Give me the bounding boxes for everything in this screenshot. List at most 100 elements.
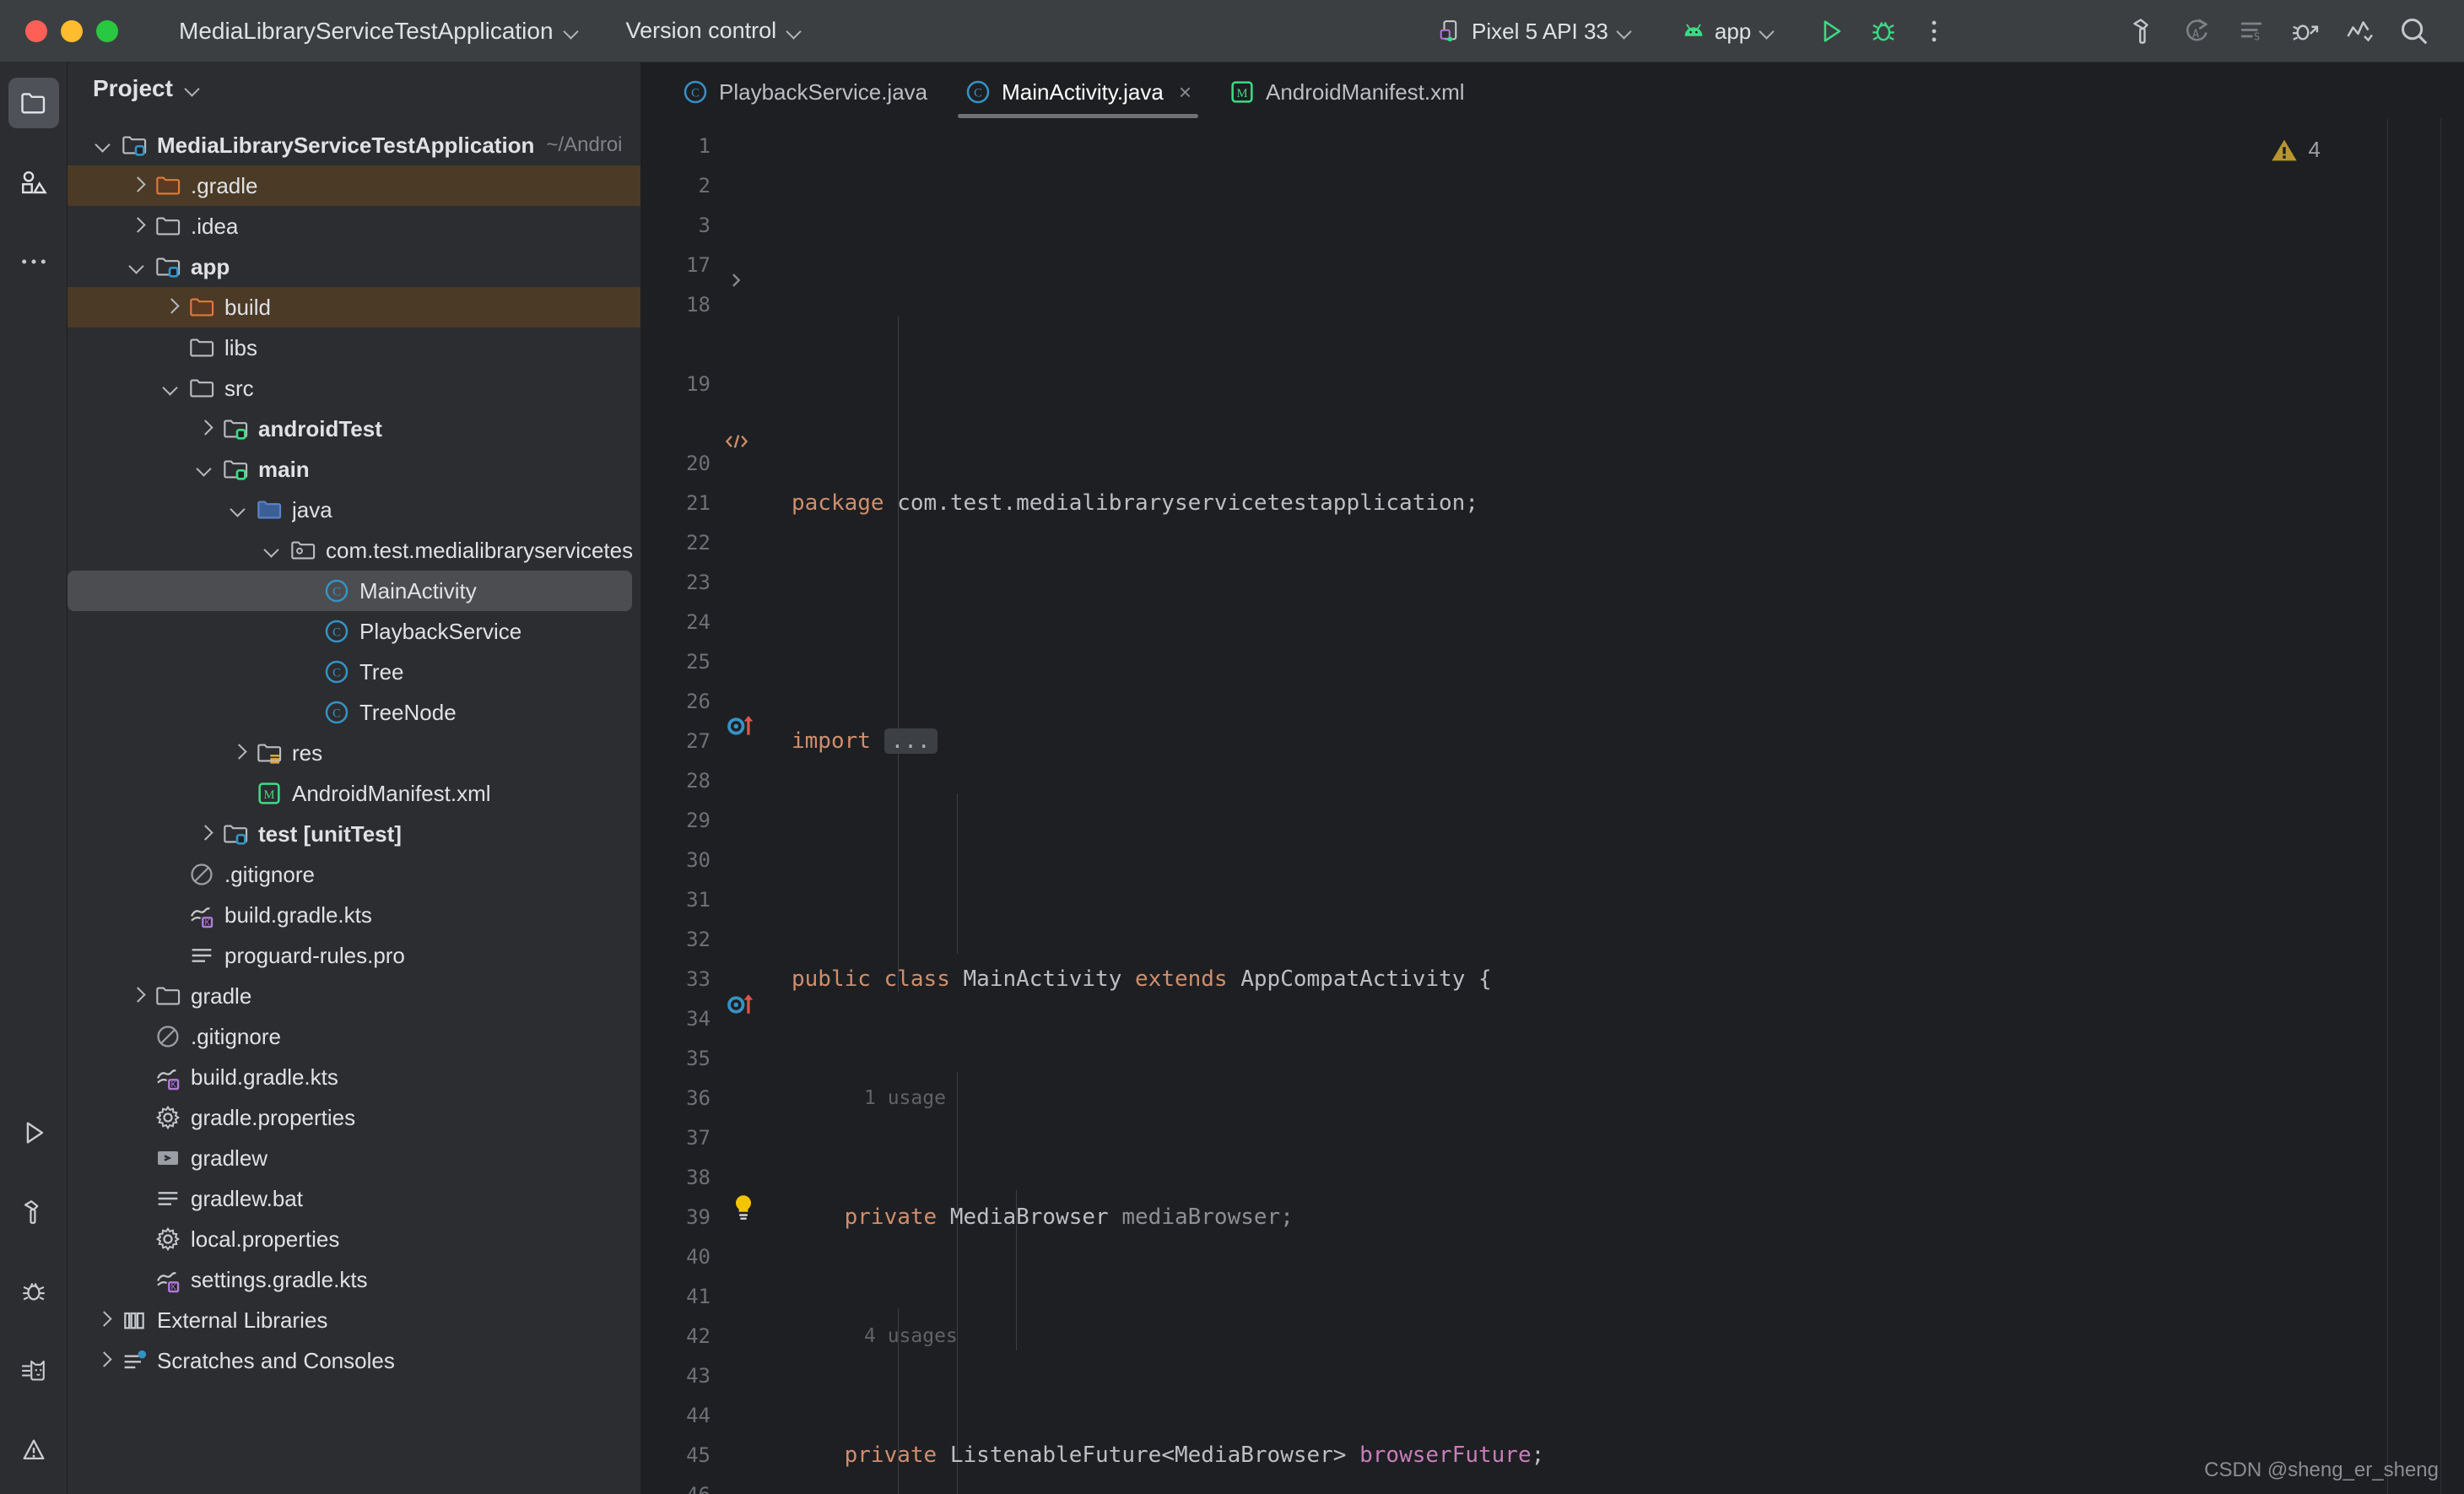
logcat-button[interactable]: S <box>2224 8 2278 55</box>
tree-item-test-unittest[interactable]: test [unitTest] <box>68 814 640 854</box>
editor-tab-mainactivity-java[interactable]: CMainActivity.java× <box>946 66 1210 118</box>
chevron-right-icon[interactable] <box>194 823 216 845</box>
override-marker-line29[interactable] <box>727 991 765 1020</box>
project-name-dropdown[interactable]: MediaLibraryServiceTestApplication <box>170 13 587 50</box>
code-viewport[interactable]: 1231718.19.20212223242526272829303132333… <box>641 118 2464 1494</box>
search-everywhere-button[interactable] <box>2386 7 2442 56</box>
more-tool-windows-button[interactable] <box>8 236 59 287</box>
project-name-label: MediaLibraryServiceTestApplication <box>179 18 554 45</box>
tree-item-idea[interactable]: .idea <box>68 206 640 246</box>
code-structure-marker-line18[interactable] <box>724 432 749 455</box>
editor-tab-androidmanifest-xml[interactable]: MAndroidManifest.xml <box>1210 66 1483 118</box>
tree-item-proguard-rules-pro[interactable]: proguard-rules.pro <box>68 935 640 976</box>
tree-item-treenode[interactable]: CTreeNode <box>68 692 640 733</box>
debug-button[interactable] <box>1857 8 1910 54</box>
debug-tool-button[interactable] <box>8 1266 59 1317</box>
tree-item-java[interactable]: java <box>68 490 640 530</box>
tree-item-gradle[interactable]: .gradle <box>68 165 640 206</box>
chevron-down-icon[interactable] <box>262 539 284 561</box>
chevron-right-icon[interactable] <box>228 742 250 764</box>
chevron-down-icon[interactable] <box>160 377 182 399</box>
fold-arrow-line3[interactable] <box>727 271 746 294</box>
tree-item-main[interactable]: main <box>68 449 640 490</box>
gutter-marks-column[interactable] <box>722 118 773 1494</box>
editor-tab-playbackservice-java[interactable]: CPlaybackService.java <box>663 66 946 118</box>
tree-item-gitignore[interactable]: .gitignore <box>68 1016 640 1057</box>
svg-text:C: C <box>332 626 341 640</box>
chevron-right-icon[interactable] <box>127 985 149 1007</box>
tree-item-app[interactable]: app <box>68 246 640 287</box>
tree-item-gradlew-bat[interactable]: gradlew.bat <box>68 1178 640 1219</box>
chevron-right-icon[interactable] <box>127 175 149 197</box>
refactor-button[interactable]: A <box>2170 8 2224 55</box>
build-tool-button[interactable] <box>8 1187 59 1237</box>
tree-item-label: res <box>292 740 322 766</box>
tree-item-gradle-properties[interactable]: gradle.properties <box>68 1097 640 1138</box>
chevron-down-icon[interactable] <box>93 134 115 156</box>
chevron-right-icon[interactable] <box>93 1309 115 1331</box>
chevron-right-icon[interactable] <box>127 215 149 237</box>
tree-item-libs[interactable]: libs <box>68 327 640 368</box>
tree-item-build[interactable]: build <box>68 287 640 327</box>
problems-tool-button[interactable] <box>8 1425 59 1475</box>
profiler-button[interactable] <box>2332 8 2386 55</box>
device-selector-dropdown[interactable]: Pixel 5 API 33 <box>1426 12 1644 51</box>
logcat-cat-icon <box>19 1356 49 1385</box>
close-tab-icon[interactable]: × <box>1179 79 1191 106</box>
chevron-right-icon[interactable] <box>194 418 216 440</box>
tree-item-medialibraryservicetestapplication[interactable]: MediaLibraryServiceTestApplication~/Andr… <box>68 125 640 165</box>
tree-item-label: MediaLibraryServiceTestApplication <box>157 133 534 159</box>
chevron-right-icon[interactable] <box>93 1350 115 1372</box>
override-marker-line23[interactable] <box>727 712 765 742</box>
phone-device-icon <box>1438 19 1463 44</box>
intention-bulb-icon[interactable] <box>731 1194 756 1228</box>
tree-item-src[interactable]: src <box>68 368 640 409</box>
code-text[interactable]: package com.test.medialibraryservicetest… <box>773 118 2464 1494</box>
tree-item-build-gradle-kts[interactable]: Kbuild.gradle.kts <box>68 895 640 935</box>
tree-item-gradlew[interactable]: gradlew <box>68 1138 640 1178</box>
tree-item-external-libraries[interactable]: External Libraries <box>68 1300 640 1340</box>
tree-item-build-gradle-kts[interactable]: Kbuild.gradle.kts <box>68 1057 640 1097</box>
more-actions-button[interactable] <box>1910 8 1959 54</box>
debug-attach-button[interactable] <box>2278 8 2332 55</box>
build-button[interactable] <box>2116 8 2170 55</box>
chevron-down-icon[interactable] <box>127 256 149 278</box>
tree-item-local-properties[interactable]: local.properties <box>68 1219 640 1259</box>
minimize-window-button[interactable] <box>61 20 83 42</box>
folded-imports[interactable]: ... <box>884 728 938 754</box>
tree-item-res[interactable]: res <box>68 733 640 773</box>
tree-item-playbackservice[interactable]: CPlaybackService <box>68 611 640 652</box>
tree-item-gitignore[interactable]: .gitignore <box>68 854 640 895</box>
tree-item-settings-gradle-kts[interactable]: Ksettings.gradle.kts <box>68 1259 640 1300</box>
tree-item-com-test-medialibraryservicetes[interactable]: com.test.medialibraryservicetes <box>68 530 640 571</box>
run-configuration-dropdown[interactable]: app <box>1669 12 1786 51</box>
run-button[interactable] <box>1805 8 1857 54</box>
tree-item-androidmanifest-xml[interactable]: MAndroidManifest.xml <box>68 773 640 814</box>
editor-area: CPlaybackService.javaCMainActivity.java×… <box>641 62 2464 1494</box>
resource-manager-icon <box>19 167 49 198</box>
project-tool-button[interactable] <box>8 78 59 128</box>
logcat-tool-button[interactable] <box>8 1345 59 1396</box>
tree-item-gradle[interactable]: gradle <box>68 976 640 1016</box>
tree-item-mainactivity[interactable]: CMainActivity <box>68 571 632 611</box>
chevron-down-icon[interactable] <box>194 458 216 480</box>
chevron-down-icon[interactable] <box>228 499 250 521</box>
svg-text:C: C <box>332 586 341 599</box>
close-window-button[interactable] <box>25 20 47 42</box>
project-tree[interactable]: MediaLibraryServiceTestApplication~/Andr… <box>68 115 640 1494</box>
resource-manager-tool-button[interactable] <box>8 157 59 208</box>
tree-item-androidtest[interactable]: androidTest <box>68 409 640 449</box>
excluded-folder-icon <box>187 293 216 322</box>
chevron-down-icon[interactable] <box>185 81 200 96</box>
tree-item-tree[interactable]: CTree <box>68 652 640 692</box>
inspection-status-badge[interactable]: 4 <box>2270 137 2321 163</box>
chevron-right-icon[interactable] <box>160 296 182 318</box>
editor-tab-bar[interactable]: CPlaybackService.javaCMainActivity.java×… <box>641 62 2464 118</box>
version-control-dropdown[interactable]: Version control <box>618 13 811 49</box>
svg-text:C: C <box>332 707 341 721</box>
maximize-window-button[interactable] <box>96 20 118 42</box>
tree-item-scratches-and-consoles[interactable]: Scratches and Consoles <box>68 1340 640 1381</box>
editor-scrollbar[interactable] <box>2440 118 2464 1494</box>
tree-spacer <box>127 1228 149 1250</box>
run-tool-button[interactable] <box>8 1107 59 1158</box>
